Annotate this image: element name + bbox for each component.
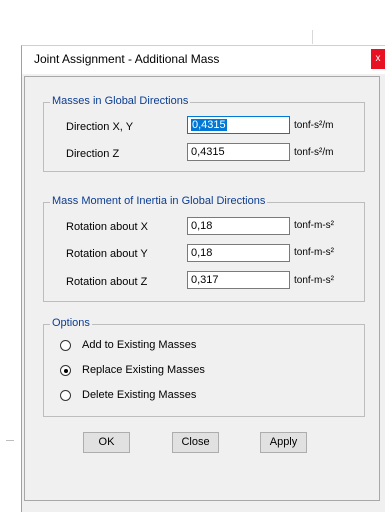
option-add-existing-label: Add to Existing Masses (82, 339, 197, 351)
rotation-y-unit: tonf-m-s² (294, 247, 334, 258)
direction-z-label: Direction Z (66, 148, 120, 160)
title-bar[interactable]: Joint Assignment - Additional Mass x (22, 46, 385, 74)
rotation-z-unit: tonf-m-s² (294, 275, 334, 286)
direction-xy-label: Direction X, Y (66, 121, 134, 133)
direction-xy-value: 0,4315 (191, 119, 227, 131)
inertia-group-label: Mass Moment of Inertia in Global Directi… (50, 195, 268, 207)
option-replace-existing-radio[interactable] (60, 365, 71, 376)
close-icon: x (375, 53, 381, 64)
options-group: Options Add to Existing Masses Replace E… (43, 317, 365, 417)
close-window-button[interactable]: x (371, 49, 385, 69)
option-delete-existing-label: Delete Existing Masses (82, 389, 197, 401)
rotation-z-input[interactable]: 0,317 (187, 271, 290, 289)
rotation-x-value: 0,18 (191, 220, 213, 232)
inertia-group: Mass Moment of Inertia in Global Directi… (43, 195, 365, 302)
rotation-y-input[interactable]: 0,18 (187, 244, 290, 262)
option-delete-existing-radio[interactable] (60, 390, 71, 401)
joint-assignment-dialog: Joint Assignment - Additional Mass x Mas… (21, 45, 385, 512)
rotation-z-value: 0,317 (191, 274, 219, 286)
option-add-existing-radio[interactable] (60, 340, 71, 351)
apply-button[interactable]: Apply (260, 432, 307, 453)
rotation-x-label: Rotation about X (66, 221, 148, 233)
direction-xy-input[interactable]: 0,4315 (187, 116, 290, 134)
rotation-z-label: Rotation about Z (66, 276, 148, 288)
background-tick-left (6, 440, 14, 441)
window-title: Joint Assignment - Additional Mass (34, 52, 220, 66)
option-replace-existing-label: Replace Existing Masses (82, 364, 205, 376)
rotation-x-input[interactable]: 0,18 (187, 217, 290, 235)
direction-xy-unit: tonf-s²/m (294, 120, 334, 131)
options-group-label: Options (50, 317, 92, 329)
close-button[interactable]: Close (172, 432, 219, 453)
masses-group-label: Masses in Global Directions (50, 95, 191, 107)
masses-group: Masses in Global Directions Direction X,… (43, 95, 365, 172)
rotation-y-label: Rotation about Y (66, 248, 148, 260)
rotation-x-unit: tonf-m-s² (294, 220, 334, 231)
direction-z-input[interactable]: 0,4315 (187, 143, 290, 161)
background-divider (312, 30, 313, 44)
rotation-y-value: 0,18 (191, 247, 213, 259)
direction-z-value: 0,4315 (191, 146, 225, 158)
direction-z-unit: tonf-s²/m (294, 147, 334, 158)
ok-button[interactable]: OK (83, 432, 130, 453)
